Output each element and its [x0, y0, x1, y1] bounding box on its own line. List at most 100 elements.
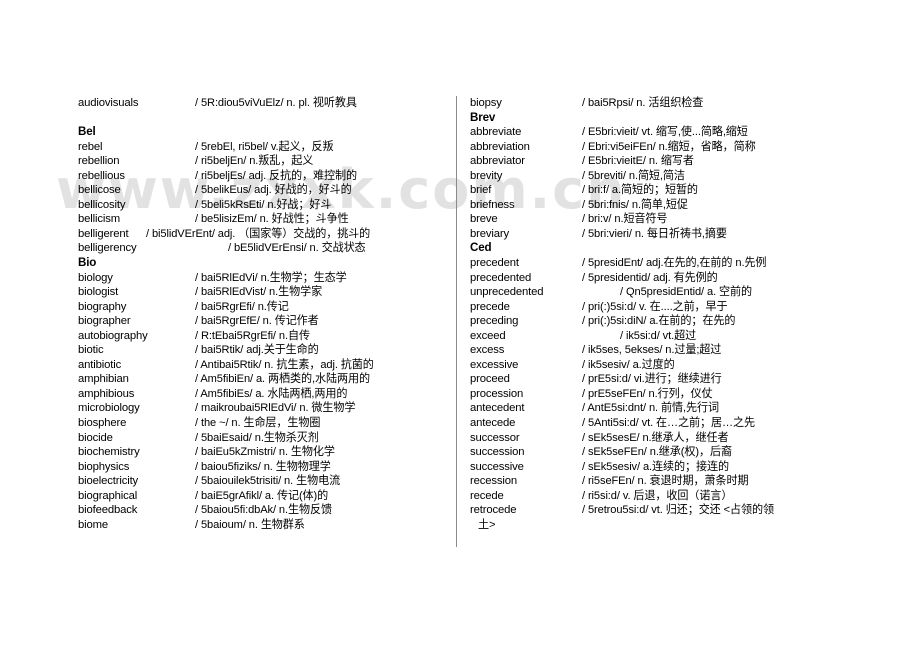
dictionary-entry-row: biopsy / bai5Rpsi/ n. 活组织检查 [470, 96, 902, 111]
headword: excessive [470, 358, 519, 371]
headword: autobiography [78, 329, 148, 342]
pronunciation-and-definition: / pri(:)5si:d/ v. 在....之前，早于 [582, 300, 728, 313]
dictionary-entry-row: biocide / 5baiEsaid/ n.生物杀灭剂 [78, 431, 450, 446]
dictionary-entry-row: antecede / 5Anti5si:d/ vt. 在…之前；居…之先 [470, 416, 902, 431]
pronunciation-and-definition: / Am5fibiEs/ a. 水陆两栖,两用的 [195, 387, 348, 400]
headword: rebellion [78, 155, 120, 168]
pronunciation-and-definition: / baiou5fiziks/ n. 生物物理学 [195, 460, 331, 473]
pronunciation-and-definition: / ik5sesiv/ a.过度的 [582, 358, 675, 371]
headword: biologist [78, 286, 119, 299]
dictionary-entry-row: brevity / 5breviti/ n.简短,简洁 [470, 169, 902, 184]
headword: biotic [78, 344, 104, 357]
dictionary-entry-row: biologist / bai5RlEdVist/ n.生物学家 [78, 285, 450, 300]
dictionary-entry-row: briefness / 5bri:fnis/ n.简单,短促 [470, 198, 902, 213]
headword: abbreviator [470, 155, 525, 168]
headword: recession [470, 475, 517, 488]
dictionary-entry-row: recede / ri5si:d/ v. 后退，收回（诺言） [470, 489, 902, 504]
headword: rebellious [78, 169, 125, 182]
dictionary-entry-row: biographer / bai5RgrEfE/ n. 传记作者 [78, 314, 450, 329]
pronunciation-and-definition: / bai5RlEdVist/ n.生物学家 [195, 286, 323, 299]
headword: biofeedback [78, 504, 138, 517]
headword: belligerent [78, 227, 129, 240]
pronunciation-and-definition: / 5bri:vieri/ n. 每日祈祷书,摘要 [582, 227, 727, 240]
dictionary-entry-row: bellicose / 5belikEus/ adj. 好战的，好斗的 [78, 183, 450, 198]
dictionary-entry-row: precedent / 5presidEnt/ adj.在先的,在前的 n.先例 [470, 256, 902, 271]
pronunciation-and-definition: / 5baiouilek5trisiti/ n. 生物电流 [195, 475, 341, 488]
pronunciation-and-definition: / 5R:diou5viVuElz/ n. pl. 视听教具 [195, 97, 357, 109]
pronunciation-and-definition: / 5baiou5fi:dbAk/ n.生物反馈 [195, 504, 332, 517]
dictionary-entry-row: biome / 5baioum/ n. 生物群系 [78, 518, 450, 533]
dictionary-entry-row: recession / ri5seFEn/ n. 衰退时期，萧条时期 [470, 474, 902, 489]
pronunciation-and-definition: / pri(:)5si:diN/ a.在前的；在先的 [582, 315, 736, 328]
headword: bellicism [78, 213, 120, 226]
headword: belligerency [78, 242, 137, 255]
headword: biophysics [78, 460, 130, 473]
pronunciation-and-definition: / bri:f/ a.简短的；短暂的 [582, 184, 698, 197]
headword: antecedent [470, 402, 525, 415]
group-label: Brev [470, 110, 496, 124]
dictionary-entry-row: antecedent / AntE5si:dnt/ n. 前情,先行词 [470, 401, 902, 416]
pronunciation-and-definition: / 5presidEnt/ adj.在先的,在前的 n.先例 [582, 257, 767, 270]
dictionary-entry-row: abbreviate / E5bri:vieit/ vt. 缩写,使...简略,缩… [470, 125, 902, 140]
dictionary-entry-row: abbreviation / Ebri:vi5eiFEn/ n.缩短，省略，简称 [470, 140, 902, 155]
dictionary-entry-row: biographical / baiE5grAfikl/ a. 传记(体)的 [78, 489, 450, 504]
headword: brevity [470, 169, 503, 182]
pronunciation-and-definition: / sEk5seFEn/ n.继承(权)，后裔 [582, 446, 732, 459]
pronunciation-and-definition: / ik5ses, 5ekses/ n.过量;超过 [582, 344, 722, 357]
pronunciation-and-definition: / 5baiEsaid/ n.生物杀灭剂 [195, 431, 319, 444]
right-column: biopsy / bai5Rpsi/ n. 活组织检查 Brev abbreviate… [470, 96, 902, 532]
dictionary-entry-row: bellicosity / 5beli5kRsEti/ n.好战；好斗 [78, 198, 450, 213]
pronunciation-and-definition: / bai5RlEdVi/ n.生物学；生态学 [195, 271, 347, 284]
headword: abbreviation [470, 140, 530, 153]
headword: unprecedented [470, 286, 544, 299]
dictionary-entry-row: biophysics / baiou5fiziks/ n. 生物物理学 [78, 460, 450, 475]
dictionary-entry-row: biotic / bai5Rtik/ adj.关于生命的 [78, 343, 450, 358]
dictionary-entry-row: rebellion / ri5beljEn/ n.叛乱，起义 [78, 154, 450, 169]
dictionary-entry-row: preceding / pri(:)5si:diN/ a.在前的；在先的 [470, 314, 902, 329]
blank-row [78, 111, 450, 126]
pronunciation-and-definition: / 5retrou5si:d/ vt. 归还；交还 <占领的领 [582, 504, 775, 517]
dictionary-entry-row: belligerent / bi5lidVErEnt/ adj. （国家等）交战的… [78, 227, 450, 242]
headword: amphibious [78, 387, 135, 400]
headword: bellicosity [78, 198, 126, 211]
headword: antecede [470, 417, 516, 430]
headword: procession [470, 387, 524, 400]
word-group-heading: Bio [78, 256, 450, 271]
headword: abbreviate [470, 126, 522, 139]
headword: brief [470, 184, 492, 197]
pronunciation-and-definition: / sEk5sesiv/ a.连续的；接连的 [582, 460, 729, 473]
dictionary-entry-row: successor / sEk5sesE/ n.继承人，继任者 [470, 431, 902, 446]
pronunciation-and-definition: / maikroubai5RlEdVi/ n. 微生物学 [195, 402, 356, 415]
dictionary-entry-row: biochemistry / baiEu5kZmistri/ n. 生物化学 [78, 445, 450, 460]
dictionary-entry-row: belligerency / bE5lidVErEnsi/ n. 交战状态 [78, 241, 450, 256]
dictionary-entry-row: antibiotic / Antibai5Rtik/ n. 抗生素，adj. 抗菌… [78, 358, 450, 373]
headword: biopsy [470, 97, 502, 109]
headword: microbiology [78, 402, 140, 415]
pronunciation-and-definition: / 5presidentid/ adj. 有先例的 [582, 271, 718, 284]
pronunciation-and-definition: / E5bri:vieitE/ n. 缩写者 [582, 155, 694, 168]
column-divider [456, 96, 457, 547]
headword: precedented [470, 271, 532, 284]
pronunciation-and-definition: / baiEu5kZmistri/ n. 生物化学 [195, 446, 335, 459]
dictionary-entry-row: biography / bai5RgrEfi/ n.传记 [78, 300, 450, 315]
pronunciation-and-definition: / 5rebEl, ri5bel/ v.起义，反叛 [195, 140, 334, 153]
pronunciation-and-definition: / bai5RgrEfE/ n. 传记作者 [195, 315, 319, 328]
headword: recede [470, 489, 504, 502]
dictionary-entry-row: precedented / 5presidentid/ adj. 有先例的 [470, 271, 902, 286]
headword: bellicose [78, 184, 121, 197]
headword: proceed [470, 373, 510, 386]
dictionary-entry-row: unprecedented / Qn5presidEntid/ a. 空前的 [470, 285, 902, 300]
pronunciation-and-definition: / Qn5presidEntid/ a. 空前的 [620, 286, 753, 299]
dictionary-entry-row: proceed / prE5si:d/ vi.进行；继续进行 [470, 372, 902, 387]
pronunciation-and-definition: 土> [478, 518, 496, 531]
dictionary-entry-row: bioelectricity / 5baiouilek5trisiti/ n. 生… [78, 474, 450, 489]
pronunciation-and-definition: / be5lisizEm/ n. 好战性；斗争性 [195, 213, 349, 226]
pronunciation-and-definition: / 5breviti/ n.简短,简洁 [582, 169, 685, 182]
pronunciation-and-definition: / Am5fibiEn/ a. 两栖类的,水陆两用的 [195, 373, 370, 386]
dictionary-entry-row: abbreviator / E5bri:vieitE/ n. 缩写者 [470, 154, 902, 169]
headword: excess [470, 344, 505, 357]
dictionary-entry-row: successive / sEk5sesiv/ a.连续的；接连的 [470, 460, 902, 475]
headword: breviary [470, 227, 509, 240]
headword: antibiotic [78, 358, 122, 371]
pronunciation-and-definition: / ri5seFEn/ n. 衰退时期，萧条时期 [582, 475, 749, 488]
